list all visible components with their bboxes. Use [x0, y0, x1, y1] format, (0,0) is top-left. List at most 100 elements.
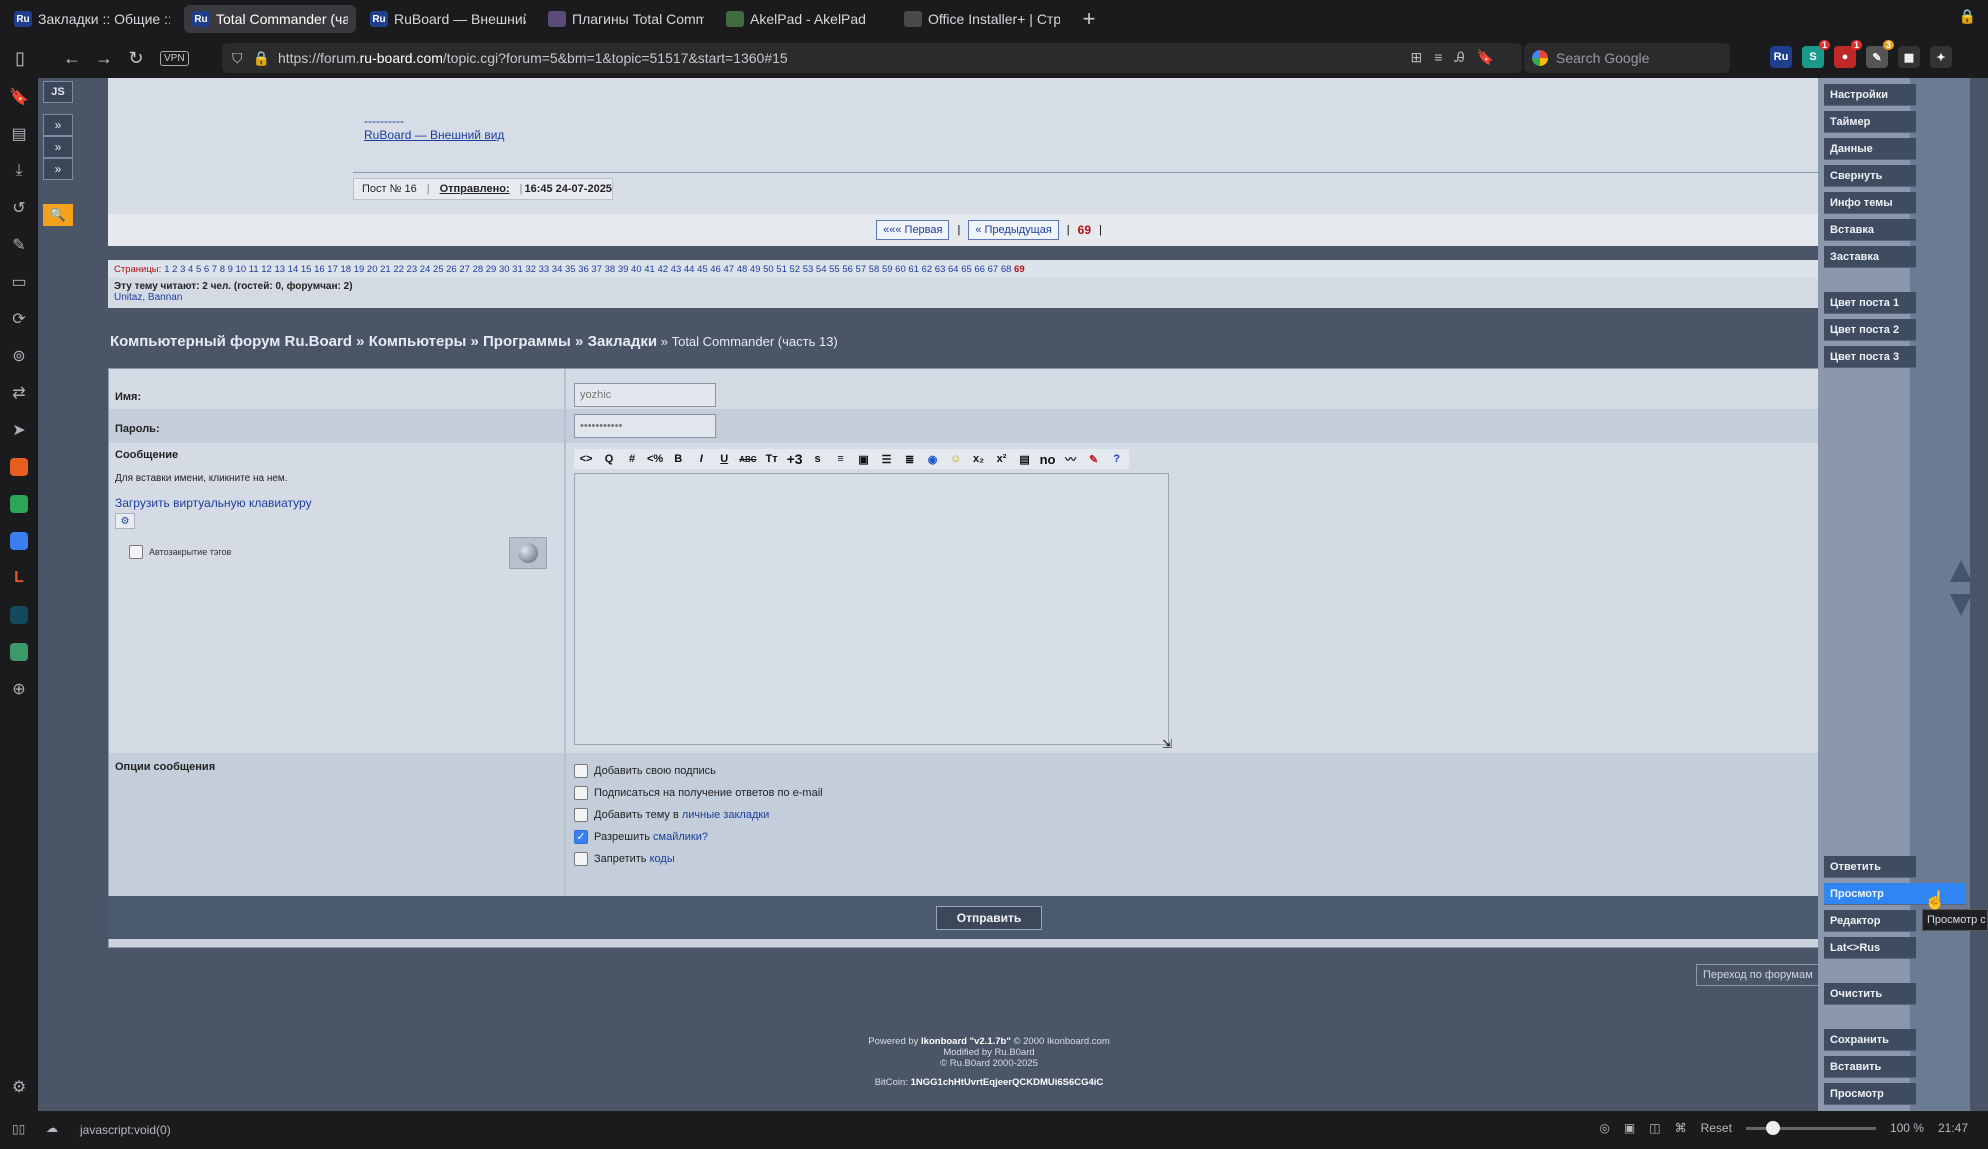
virtual-keyboard-link[interactable]: Загрузить виртуальную клавиатуру: [115, 496, 312, 510]
option-checkbox[interactable]: [574, 852, 588, 866]
arrow-panel-icon[interactable]: ➤: [0, 411, 38, 448]
post-color-1-button[interactable]: Цвет поста 1: [1824, 292, 1916, 314]
first-page-button[interactable]: ««« Первая: [876, 220, 950, 240]
address-bar[interactable]: ⛉ 🔒 https://forum. ru-board.com/topic.cgi…: [222, 43, 1522, 73]
topic-info-button[interactable]: Инфо темы: [1824, 192, 1916, 214]
readers-users[interactable]: Unitaz, Bannan: [114, 292, 1870, 303]
insert-button[interactable]: Вставка: [1824, 219, 1916, 241]
reading-list-icon[interactable]: ▤: [0, 115, 38, 152]
js-button[interactable]: JS: [43, 81, 73, 103]
scroll-up-arrow-icon[interactable]: [1950, 560, 1972, 582]
option-smilies[interactable]: ✓ Разрешить смайлики?: [574, 830, 708, 844]
ruboard-extension-icon[interactable]: Ru: [1770, 46, 1792, 68]
option-checkbox[interactable]: [574, 808, 588, 822]
capture-icon[interactable]: ◎: [1599, 1121, 1609, 1135]
search-input[interactable]: Search Google: [1524, 43, 1730, 73]
autoclose-option[interactable]: Автозакрытие тэгов: [129, 545, 231, 559]
quote-button[interactable]: Q: [599, 449, 619, 469]
globe-button[interactable]: ◉: [923, 449, 943, 469]
message-textarea[interactable]: [574, 473, 1169, 745]
history-icon[interactable]: ↺: [0, 189, 38, 226]
mastodon-panel-icon[interactable]: [0, 448, 38, 485]
reload-icon[interactable]: ↻: [120, 48, 152, 69]
bold-button[interactable]: B: [668, 449, 688, 469]
superscript-button[interactable]: x²: [992, 449, 1012, 469]
breadcrumb-forum[interactable]: Компьютерный форум Ru.Board: [110, 333, 352, 350]
page-actions-icon[interactable]: ⌘: [1675, 1121, 1687, 1135]
scroll-down-arrow-icon[interactable]: [1950, 594, 1972, 616]
wallet-icon[interactable]: ▭: [0, 263, 38, 300]
green-square-app-icon[interactable]: [0, 633, 38, 670]
option-signature[interactable]: Добавить свою подпись: [574, 764, 716, 778]
browser-tab[interactable]: AkelPad - AkelPad: [718, 5, 890, 33]
post-color-3-button[interactable]: Цвет поста 3: [1824, 346, 1916, 368]
size-button[interactable]: +3: [785, 449, 805, 469]
translate-panel-icon[interactable]: ⇄: [0, 374, 38, 411]
new-tab-button[interactable]: +: [1074, 6, 1104, 32]
collapse-button[interactable]: Свернуть: [1824, 165, 1916, 187]
forward-arrow-button[interactable]: »: [43, 158, 73, 180]
qr-extension-icon[interactable]: ▦: [1898, 46, 1920, 68]
prev-page-button[interactable]: « Предыдущая: [968, 220, 1059, 240]
sent-label[interactable]: Отправлено:: [432, 183, 518, 195]
settings-icon[interactable]: ⚙: [0, 1068, 38, 1105]
html-button[interactable]: <%: [645, 449, 665, 469]
small-button[interactable]: s: [808, 449, 828, 469]
search-icon[interactable]: 🔍: [43, 204, 73, 226]
browser-tab-active[interactable]: Ru Total Commander (часть 1: [184, 5, 356, 33]
name-field[interactable]: yozhic: [574, 383, 716, 407]
option-checkbox[interactable]: [574, 764, 588, 778]
browser-tab[interactable]: Ru RuBoard — Внешний вид: [362, 5, 534, 33]
signature-link[interactable]: RuBoard — Внешний вид: [364, 128, 504, 142]
sidebar-toggle-icon[interactable]: ▯: [4, 48, 36, 69]
save-button[interactable]: Сохранить: [1824, 1029, 1916, 1051]
chat-panel-icon[interactable]: [0, 485, 38, 522]
editor-button[interactable]: Редактор: [1824, 910, 1916, 932]
autoclose-checkbox[interactable]: [129, 545, 143, 559]
splash-button[interactable]: Заставка: [1824, 246, 1916, 268]
footer-brand[interactable]: Ikonboard "v2.1.7b": [921, 1036, 1011, 1047]
add-panel-icon[interactable]: ⊕: [0, 670, 38, 707]
puzzle-extension-icon[interactable]: ✦: [1930, 46, 1952, 68]
vpn-button[interactable]: VPN: [160, 50, 189, 66]
resize-handle-icon[interactable]: ⇲: [1162, 737, 1172, 751]
breadcrumb-category[interactable]: Компьютеры: [369, 333, 467, 350]
t-app-icon[interactable]: [0, 596, 38, 633]
breadcrumb-section[interactable]: Закладки: [588, 333, 658, 350]
noparse-button[interactable]: no: [1038, 449, 1058, 469]
translate-app-icon[interactable]: [0, 522, 38, 559]
paste-button[interactable]: Вставить: [1824, 1056, 1916, 1078]
image-button[interactable]: ▣: [854, 449, 874, 469]
submit-button[interactable]: Отправить: [935, 905, 1043, 930]
forward-arrow-button[interactable]: »: [43, 136, 73, 158]
images-icon[interactable]: ▣: [1624, 1121, 1635, 1135]
downloads-icon[interactable]: ⤓: [0, 152, 38, 189]
zoom-slider[interactable]: [1745, 1120, 1876, 1135]
bookmarks-icon[interactable]: 🔖: [0, 78, 38, 115]
tools-extension-icon[interactable]: ✎ 3: [1866, 40, 1894, 68]
rss-icon[interactable]: ⊞: [1411, 49, 1435, 65]
translate-icon[interactable]: Ꭿ: [1454, 49, 1476, 65]
list-button[interactable]: ≡: [831, 449, 851, 469]
align-button[interactable]: ≣: [900, 449, 920, 469]
reply-button[interactable]: Ответить: [1824, 856, 1916, 878]
bookmark-icon[interactable]: 🔖: [1477, 49, 1506, 65]
forward-icon[interactable]: →: [88, 48, 120, 69]
cloud-icon[interactable]: ☁: [46, 1121, 58, 1135]
preview-ball-button[interactable]: [509, 537, 547, 569]
option-checkbox-checked[interactable]: ✓: [574, 830, 588, 844]
option-checkbox[interactable]: [574, 786, 588, 800]
zoom-knob[interactable]: [1765, 1120, 1780, 1135]
subscript-button[interactable]: x₂: [969, 449, 989, 469]
browser-tab[interactable]: Ru Закладки :: Общие :: Ком: [6, 5, 178, 33]
panel-toggle-icon[interactable]: ▯▯: [12, 1122, 25, 1136]
option-codes[interactable]: Запретить коды: [574, 852, 675, 866]
help-button[interactable]: ?: [1107, 449, 1127, 469]
post-color-2-button[interactable]: Цвет поста 2: [1824, 319, 1916, 341]
sync-icon[interactable]: ⟳: [0, 300, 38, 337]
settings-button[interactable]: Настройки: [1824, 84, 1916, 106]
strike-button[interactable]: ABC: [737, 449, 758, 469]
preview-bottom-button[interactable]: Просмотр: [1824, 1083, 1916, 1105]
tiling-icon[interactable]: ◫: [1649, 1121, 1660, 1135]
data-button[interactable]: Данные: [1824, 138, 1916, 160]
